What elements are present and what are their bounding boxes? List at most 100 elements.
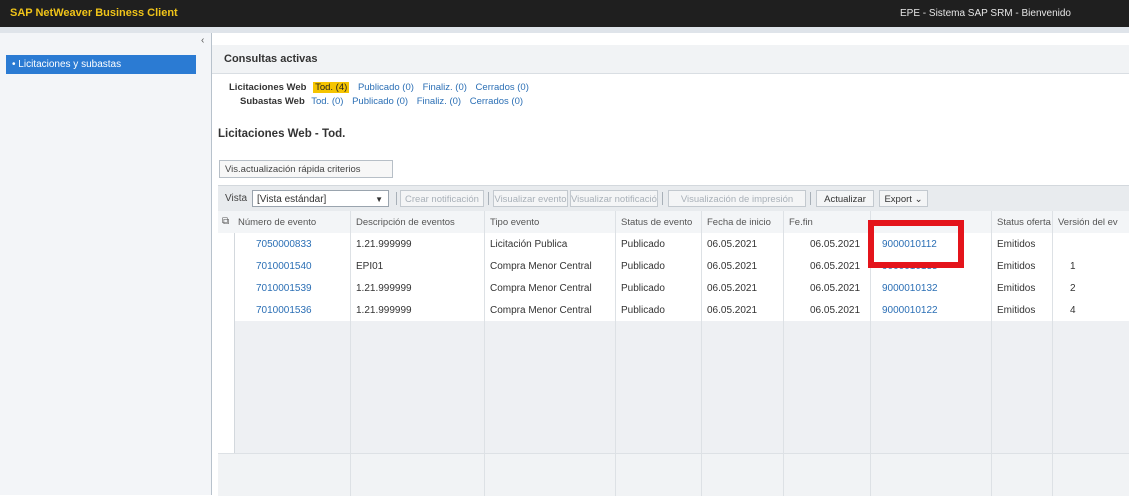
event-end-date: 06.05.2021 bbox=[810, 283, 861, 294]
sidebar-item-licitaciones-subastas[interactable]: • Licitaciones y subastas bbox=[6, 55, 196, 74]
toolbar-separator bbox=[396, 192, 397, 205]
event-status: Publicado bbox=[621, 261, 665, 272]
main-content: Consultas activas Licitaciones Web Tod. … bbox=[212, 33, 1129, 496]
export-button[interactable]: Export ⌄ bbox=[879, 190, 928, 207]
filter-licitaciones-publicado[interactable]: Publicado (0) bbox=[358, 82, 414, 93]
event-end-date: 06.05.2021 bbox=[810, 261, 861, 272]
event-number-link[interactable]: 7050000833 bbox=[256, 239, 312, 250]
row-selector[interactable] bbox=[218, 431, 235, 453]
event-status: Publicado bbox=[621, 305, 665, 316]
event-description: 1.21.999999 bbox=[356, 239, 412, 250]
table-header: ⧉ Número de evento Descripción de evento… bbox=[218, 211, 1129, 234]
event-status: Publicado bbox=[621, 283, 665, 294]
quick-criteria-button[interactable]: Vis.actualización rápida criterios bbox=[219, 160, 393, 178]
highlight-annotation-box bbox=[868, 220, 964, 268]
row-selector[interactable] bbox=[218, 233, 235, 255]
event-version: 2 bbox=[1070, 283, 1076, 294]
table-row[interactable]: 7010001536 1.21.999999 Compra Menor Cent… bbox=[218, 299, 1129, 322]
column-divider bbox=[615, 211, 616, 496]
empty-table-row bbox=[218, 387, 1129, 410]
row-selector[interactable] bbox=[218, 277, 235, 299]
column-header-version[interactable]: Versión del ev bbox=[1058, 217, 1118, 228]
column-divider bbox=[991, 211, 992, 496]
table-toolbar: Vista [Vista estándar] ▼ Crear notificac… bbox=[218, 185, 1129, 212]
filter-label-subastas: Subastas Web bbox=[240, 96, 305, 107]
view-event-button[interactable]: Visualizar evento bbox=[493, 190, 568, 207]
empty-table-row bbox=[218, 365, 1129, 388]
filter-row-licitaciones: Licitaciones Web Tod. (4) Publicado (0) … bbox=[229, 82, 535, 93]
row-selector[interactable] bbox=[218, 365, 235, 387]
filter-subastas-publicado[interactable]: Publicado (0) bbox=[352, 96, 408, 107]
filter-subastas-cerrados[interactable]: Cerrados (0) bbox=[470, 96, 523, 107]
offer-status: Emitidos bbox=[997, 261, 1036, 272]
row-selector[interactable] bbox=[218, 299, 235, 321]
vista-select[interactable]: [Vista estándar] ▼ bbox=[252, 190, 389, 207]
app-title-bar: SAP NetWeaver Business Client EPE - Sist… bbox=[0, 0, 1129, 27]
create-notification-button[interactable]: Crear notificación bbox=[400, 190, 484, 207]
event-status: Publicado bbox=[621, 239, 665, 250]
empty-table-row bbox=[218, 343, 1129, 366]
row-selector[interactable] bbox=[218, 409, 235, 431]
print-preview-button[interactable]: Visualización de impresión bbox=[668, 190, 806, 207]
column-header-descripcion[interactable]: Descripción de eventos bbox=[356, 217, 455, 228]
column-header-status[interactable]: Status de evento bbox=[621, 217, 692, 228]
collapse-sidebar-icon[interactable]: ‹ bbox=[201, 35, 204, 46]
event-start-date: 06.05.2021 bbox=[707, 239, 758, 250]
row-selector[interactable] bbox=[218, 387, 235, 409]
empty-table-row bbox=[218, 321, 1129, 344]
panel-title: Consultas activas bbox=[224, 53, 318, 65]
event-number-link[interactable]: 7010001536 bbox=[256, 305, 312, 316]
toolbar-separator bbox=[488, 192, 489, 205]
event-number-link[interactable]: 7010001539 bbox=[256, 283, 312, 294]
system-welcome-text: EPE - Sistema SAP SRM - Bienvenido bbox=[900, 8, 1071, 19]
event-description: 1.21.999999 bbox=[356, 305, 412, 316]
column-header-status-oferta[interactable]: Status oferta bbox=[997, 217, 1051, 228]
filter-subastas-finaliz[interactable]: Finaliz. (0) bbox=[417, 96, 461, 107]
table-settings-icon[interactable]: ⧉ bbox=[222, 216, 229, 227]
column-divider bbox=[1052, 211, 1053, 496]
events-table: ⧉ Número de evento Descripción de evento… bbox=[218, 211, 1129, 496]
event-version: 1 bbox=[1070, 261, 1076, 272]
filter-row-subastas: Subastas Web Tod. (0) Publicado (0) Fina… bbox=[240, 96, 529, 107]
row-selector[interactable] bbox=[218, 255, 235, 277]
event-type: Compra Menor Central bbox=[490, 283, 592, 294]
section-title: Licitaciones Web - Tod. bbox=[218, 128, 346, 140]
event-version: 4 bbox=[1070, 305, 1076, 316]
event-start-date: 06.05.2021 bbox=[707, 261, 758, 272]
table-row[interactable]: 7010001539 1.21.999999 Compra Menor Cent… bbox=[218, 277, 1129, 300]
event-start-date: 06.05.2021 bbox=[707, 283, 758, 294]
event-description: EPI01 bbox=[356, 261, 384, 272]
event-number-link[interactable]: 7010001540 bbox=[256, 261, 312, 272]
refresh-button[interactable]: Actualizar bbox=[816, 190, 874, 207]
column-header-numero[interactable]: Número de evento bbox=[238, 217, 316, 228]
row-selector[interactable] bbox=[218, 343, 235, 365]
event-end-date: 06.05.2021 bbox=[810, 239, 861, 250]
event-description: 1.21.999999 bbox=[356, 283, 412, 294]
column-header-fin[interactable]: Fe.fin bbox=[789, 217, 813, 228]
sidebar: ‹ • Licitaciones y subastas bbox=[0, 33, 212, 495]
view-notification-button[interactable]: Visualizar notificación bbox=[570, 190, 658, 207]
table-row[interactable]: 7050000833 1.21.999999 Licitación Public… bbox=[218, 233, 1129, 256]
vista-label: Vista bbox=[225, 193, 248, 204]
table-row[interactable]: 7010001540 EPI01 Compra Menor Central Pu… bbox=[218, 255, 1129, 278]
empty-table-row bbox=[218, 409, 1129, 432]
column-header-tipo[interactable]: Tipo evento bbox=[490, 217, 539, 228]
panel-header: Consultas activas bbox=[212, 45, 1129, 74]
event-end-date: 06.05.2021 bbox=[810, 305, 861, 316]
toolbar-separator bbox=[662, 192, 663, 205]
filter-subastas-tod[interactable]: Tod. (0) bbox=[311, 96, 343, 107]
event-start-date: 06.05.2021 bbox=[707, 305, 758, 316]
offer-number-link[interactable]: 9000010132 bbox=[882, 283, 938, 294]
column-divider bbox=[783, 211, 784, 496]
filter-licitaciones-tod[interactable]: Tod. (4) bbox=[313, 82, 350, 93]
offer-status: Emitidos bbox=[997, 239, 1036, 250]
row-selector[interactable] bbox=[218, 321, 235, 343]
chevron-down-icon: ▼ bbox=[375, 195, 383, 204]
filter-licitaciones-cerrados[interactable]: Cerrados (0) bbox=[476, 82, 529, 93]
filter-licitaciones-finaliz[interactable]: Finaliz. (0) bbox=[423, 82, 467, 93]
offer-number-link[interactable]: 9000010122 bbox=[882, 305, 938, 316]
column-header-inicio[interactable]: Fecha de inicio bbox=[707, 217, 771, 228]
app-title: SAP NetWeaver Business Client bbox=[10, 7, 178, 19]
column-divider bbox=[484, 211, 485, 496]
vista-select-value: [Vista estándar] bbox=[257, 194, 327, 205]
